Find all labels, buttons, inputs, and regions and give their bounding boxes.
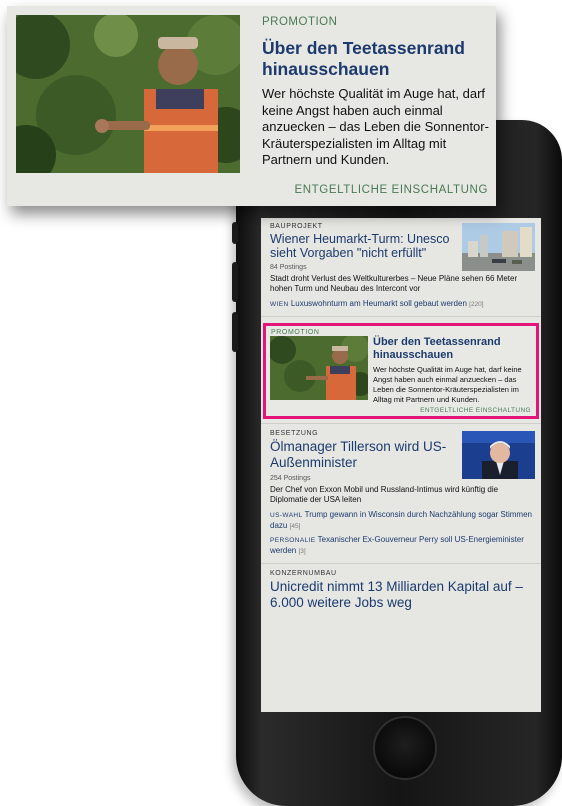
article-unicredit[interactable]: KONZERNUMBAU Unicredit nimmt 13 Milliard…	[261, 564, 541, 617]
related-text[interactable]: Luxuswohnturm am Heumarkt soll gebaut we…	[291, 299, 467, 308]
phone-volume-up	[232, 262, 238, 302]
promo-kicker: PROMOTION	[271, 329, 320, 336]
related-tag: US-WAHL	[270, 512, 303, 519]
phone-screen: BAUPROJEKT Wiener Heumarkt-Turm: Unesco …	[261, 218, 541, 712]
related-count: [3]	[298, 548, 306, 555]
promo-photo	[270, 336, 368, 400]
callout-headline[interactable]: Über den Teetassenrand hinausschauen	[262, 38, 492, 80]
article-kicker: KONZERNUMBAU	[270, 570, 337, 577]
promo-photo-large	[16, 15, 240, 173]
article-headline[interactable]: Unicredit nimmt 13 Milliarden Kapital au…	[270, 579, 533, 611]
promo-wrapper: PROMOTION Über den Teetassenrand hinauss…	[261, 317, 541, 424]
promo-sponsored-label: ENTGELTLICHE EINSCHALTUNG	[420, 407, 531, 414]
article-headline[interactable]: Wiener Heumarkt-Turm: Unesco sieht Vorga…	[270, 232, 460, 260]
callout-sponsored-label: ENTGELTLICHE EINSCHALTUNG	[294, 184, 488, 196]
article-headline[interactable]: Ölmanager Tillerson wird US-Außenministe…	[270, 439, 456, 471]
callout-text: Wer höchste Qualität im Auge hat, darf k…	[262, 86, 489, 167]
promotion-zoom-callout[interactable]: PROMOTION Über den Teetassenrand hinauss…	[7, 6, 496, 206]
article-tillerson[interactable]: BESETZUNG Ölmanager Tillerson wird US-Au…	[261, 424, 541, 564]
home-button[interactable]	[373, 716, 437, 780]
related-link[interactable]: US-WAHL Trump gewann in Wisconsin durch …	[270, 510, 533, 532]
article-teaser: Der Chef von Exxon Mobil und Russland-In…	[270, 485, 499, 504]
callout-kicker: PROMOTION	[262, 16, 338, 28]
related-link[interactable]: PERSONALIE Texanischer Ex-Gouverneur Per…	[270, 535, 533, 557]
related-text[interactable]: Trump gewann in Wisconsin durch Nachzähl…	[270, 510, 532, 530]
article-heumarkt[interactable]: BAUPROJEKT Wiener Heumarkt-Turm: Unesco …	[261, 218, 541, 317]
phone-volume-down	[232, 312, 238, 352]
related-count: [220]	[469, 301, 484, 308]
related-link[interactable]: WIEN Luxuswohnturm am Heumarkt soll geba…	[270, 299, 533, 310]
related-tag: PERSONALIE	[270, 537, 316, 544]
phone-side-button	[232, 222, 238, 244]
related-tag: WIEN	[270, 301, 289, 308]
article1-photo	[462, 223, 535, 271]
article2-photo	[462, 431, 535, 479]
article-teaser: Stadt droht Verlust des Weltkulturerbes …	[270, 274, 518, 293]
promotion-card-highlighted[interactable]: PROMOTION Über den Teetassenrand hinauss…	[263, 323, 539, 419]
related-count: [45]	[289, 523, 301, 530]
